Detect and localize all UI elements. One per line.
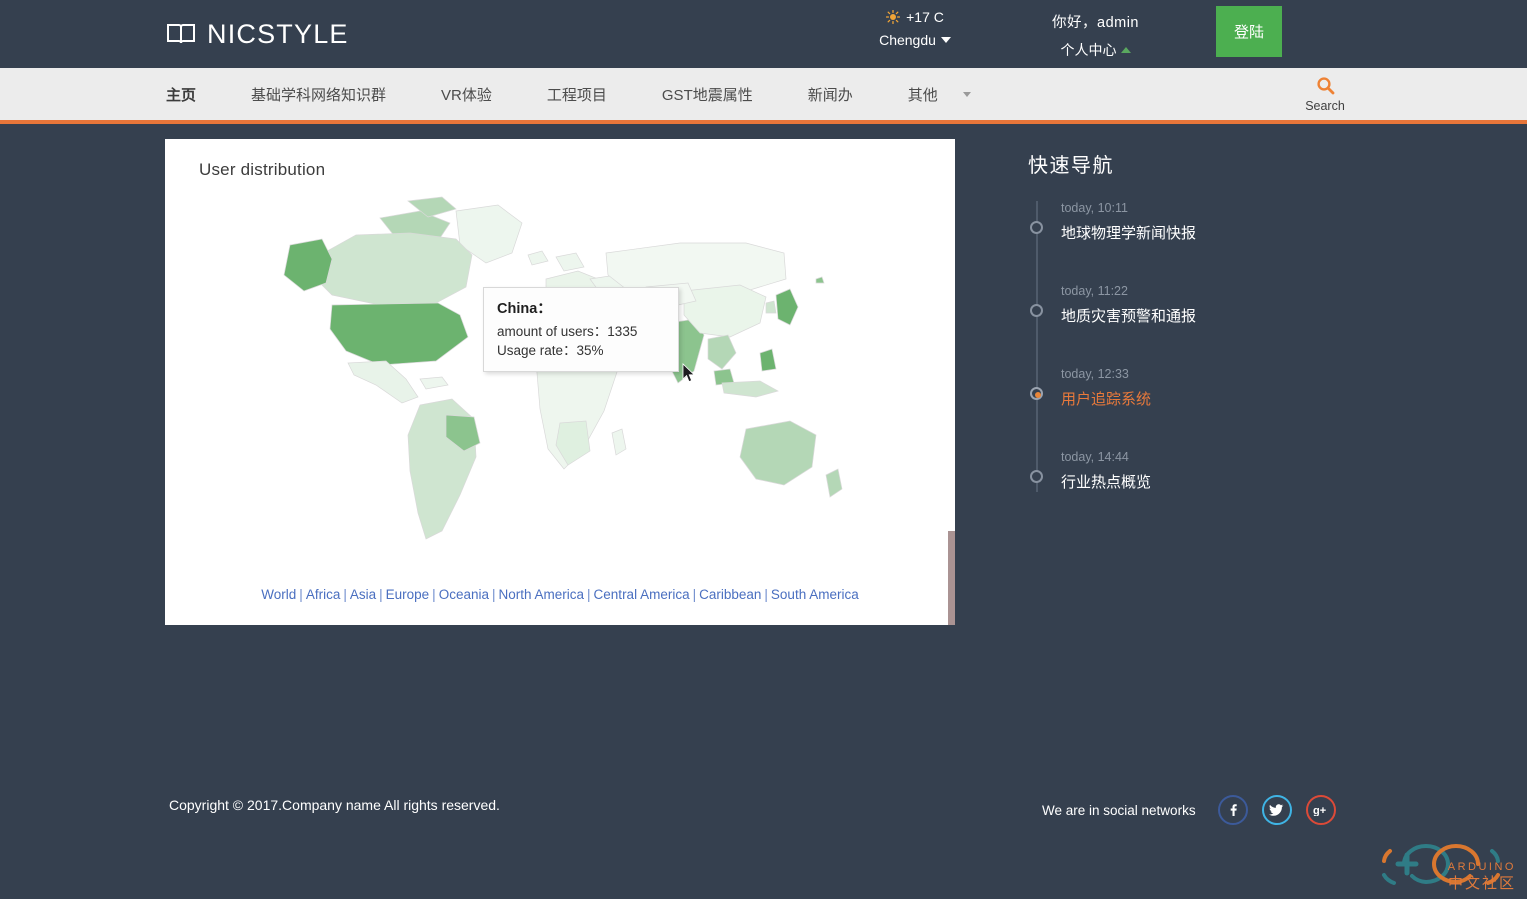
timeline-item[interactable]: today, 10:11 地球物理学新闻快报 [1030, 201, 1358, 243]
weather-temperature: +17 C [906, 9, 944, 25]
timeline-time: today, 12:33 [1061, 367, 1129, 381]
watermark-brand: ARDUINO [1447, 861, 1516, 873]
region-separator: | [299, 587, 303, 602]
svg-text:g+: g+ [1313, 805, 1326, 816]
site-logo[interactable]: NICSTYLE [166, 19, 349, 50]
login-button[interactable]: 登陆 [1216, 6, 1282, 57]
google-plus-icon[interactable]: g+ [1305, 795, 1336, 825]
card-title: User distribution [199, 160, 326, 179]
region-separator: | [764, 587, 768, 602]
timeline-link[interactable]: 地质灾害预警和通报 [1061, 305, 1358, 326]
region-separator: | [343, 587, 347, 602]
mouse-cursor [682, 363, 696, 388]
nav-item-label: 主页 [166, 86, 197, 104]
region-separator: | [432, 587, 436, 602]
social-networks: We are in social networks g+ [1042, 795, 1336, 825]
watermark-text: ARDUINO 中文社区 [1447, 858, 1516, 892]
timeline: today, 10:11 地球物理学新闻快报 today, 11:22 地质灾害… [1028, 201, 1358, 492]
user-distribution-card: User distribution China： amount of users… [165, 139, 955, 625]
account-area: 你好，admin 个人中心 [1028, 11, 1163, 60]
weather-city-row[interactable]: Chengdu [855, 32, 975, 48]
twitter-icon[interactable] [1261, 795, 1292, 825]
world-map[interactable] [165, 183, 955, 583]
timeline-time: today, 10:11 [1061, 201, 1128, 215]
card-scrollbar[interactable] [948, 531, 955, 625]
quicknav-title: 快速导航 [1028, 155, 1114, 177]
tooltip-usage: Usage rate：35% [497, 343, 604, 358]
sun-icon [885, 9, 901, 25]
nav-item-label: 工程项目 [546, 86, 607, 104]
search-label: Search [1305, 99, 1345, 113]
timeline-dot-icon [1030, 387, 1043, 400]
nav-item-home[interactable]: 主页 [166, 84, 196, 105]
tooltip-country: China： [497, 301, 552, 317]
nav-item-knowledge[interactable]: 基础学科网络知识群 [251, 84, 386, 105]
main-navigation: 主页 基础学科网络知识群 VR体验 工程项目 GST地震属性 新闻办 其他 Se… [0, 68, 1527, 124]
timeline-link[interactable]: 行业热点概览 [1061, 471, 1358, 492]
region-separator: | [379, 587, 383, 602]
timeline-item[interactable]: today, 11:22 地质灾害预警和通报 [1030, 284, 1358, 326]
watermark-community: 中文社区 [1447, 875, 1516, 892]
weather-city: Chengdu [879, 32, 936, 48]
quick-navigation-panel: 快速导航 today, 10:11 地球物理学新闻快报 today, 11:22… [1028, 149, 1358, 533]
nav-item-projects[interactable]: 工程项目 [547, 84, 607, 105]
timeline-item[interactable]: today, 14:44 行业热点概览 [1030, 450, 1358, 492]
main-content: User distribution China： amount of users… [0, 124, 1527, 767]
timeline-link[interactable]: 地球物理学新闻快报 [1061, 222, 1358, 243]
account-center-link[interactable]: 个人中心 [1028, 40, 1163, 60]
nav-item-label: 基础学科网络知识群 [251, 86, 387, 104]
region-link-europe[interactable]: Europe [386, 587, 430, 602]
tooltip-users: amount of users：1335 [497, 324, 638, 339]
nav-item-vr[interactable]: VR体验 [441, 84, 492, 105]
copyright-text: Copyright © 2017.Company name All rights… [169, 797, 500, 813]
nav-item-other[interactable]: 其他 [908, 84, 971, 105]
region-link-world[interactable]: World [261, 587, 296, 602]
weather-temperature-row: +17 C [855, 9, 975, 25]
region-link-central-america[interactable]: Central America [594, 587, 690, 602]
nav-item-label: 新闻办 [807, 86, 853, 104]
nav-item-news[interactable]: 新闻办 [808, 84, 853, 105]
timeline-time: today, 11:22 [1061, 284, 1128, 298]
weather-widget[interactable]: +17 C Chengdu [855, 9, 975, 48]
arduino-community-watermark: ARDUINO 中文社区 [1368, 835, 1520, 893]
top-header: NICSTYLE +17 C Chengdu 你好，admin 个人中心 登陆 [0, 0, 1527, 68]
region-separator: | [491, 587, 496, 602]
nav-item-label: VR体验 [441, 86, 492, 104]
region-link-oceania[interactable]: Oceania [439, 587, 489, 602]
nav-item-label: 其他 [907, 86, 938, 104]
account-center-label: 个人中心 [1060, 42, 1117, 58]
world-map-svg[interactable] [260, 183, 860, 583]
region-link-south-america[interactable]: South America [771, 587, 859, 602]
logo-text: NICSTYLE [207, 18, 349, 49]
nav-item-gst[interactable]: GST地震属性 [662, 84, 753, 105]
chevron-up-icon [1120, 47, 1131, 53]
social-label: We are in social networks [1042, 802, 1196, 818]
timeline-line [1036, 201, 1038, 492]
facebook-icon[interactable] [1217, 795, 1248, 825]
timeline-item-active[interactable]: today, 12:33 用户追踪系统 [1030, 367, 1358, 409]
region-separator: | [587, 587, 591, 602]
timeline-link[interactable]: 用户追踪系统 [1061, 388, 1358, 409]
search-icon [1316, 76, 1335, 95]
timeline-time: today, 14:44 [1061, 450, 1129, 464]
timeline-dot-icon [1030, 304, 1043, 317]
timeline-dot-icon [1030, 470, 1043, 483]
account-greeting: 你好，admin [1052, 15, 1139, 31]
chevron-down-icon [962, 91, 971, 97]
timeline-dot-icon [1030, 221, 1043, 234]
region-link-caribbean[interactable]: Caribbean [699, 587, 761, 602]
page-footer: Copyright © 2017.Company name All rights… [0, 767, 1527, 899]
search-button[interactable]: Search [1300, 76, 1350, 113]
map-tooltip: China： amount of users：1335 Usage rate：3… [483, 287, 679, 372]
region-link-north-america[interactable]: North America [499, 587, 585, 602]
nav-item-list: 主页 基础学科网络知识群 VR体验 工程项目 GST地震属性 新闻办 其他 [166, 84, 1026, 105]
region-links: World | Africa | Asia | Europe | Oceania | North A… [165, 587, 955, 602]
region-separator: | [692, 587, 697, 602]
open-book-icon [166, 22, 196, 46]
region-link-africa[interactable]: Africa [306, 587, 341, 602]
region-link-asia[interactable]: Asia [350, 587, 376, 602]
nav-item-label: GST地震属性 [661, 86, 753, 104]
chevron-down-icon [940, 37, 951, 43]
